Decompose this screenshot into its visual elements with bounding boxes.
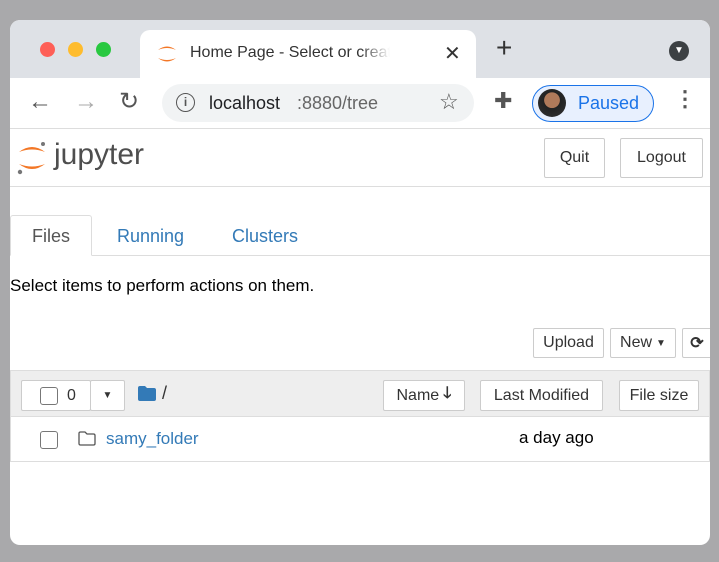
bookmark-star-icon[interactable]: ☆ [439,89,459,115]
url-path: :8880/tree [297,93,379,113]
item-checkbox[interactable] [40,431,58,449]
jupyter-logo-icon [17,142,45,175]
tabs-divider [10,255,710,256]
refresh-icon: ⟳ [690,335,704,352]
select-dropdown-button[interactable]: ▼ [90,380,125,411]
sort-file-size-button[interactable]: File size [619,380,699,411]
tab-bar: Home Page - Select or create a notebook … [10,20,710,78]
profile-status: Paused [578,93,640,113]
breadcrumb-root[interactable]: / [162,383,167,404]
selected-count: 0 [67,386,76,404]
list-item: samy_folder a day ago [11,417,709,461]
tab-title: Home Page - Select or create a notebook [190,44,390,61]
name-label: Name [396,386,440,404]
close-tab-icon[interactable]: ✕ [444,41,461,66]
selection-hint: Select items to perform actions on them. [10,276,315,295]
avatar [538,89,566,117]
browser-window: Home Page - Select or create a notebook … [10,20,710,545]
file-list: 0 ▼ / Name 🡓 Last Modified File size samy… [10,370,710,462]
sort-last-modified-button[interactable]: Last Modified [480,380,603,411]
item-modified: a day ago [519,428,594,447]
jupyter-header: jupyter Quit Logout [10,130,710,187]
forward-icon[interactable]: → [74,88,98,116]
browser-tab-active[interactable]: Home Page - Select or create a notebook … [140,30,476,78]
tab-files[interactable]: Files [10,215,92,256]
back-icon[interactable]: ← [28,88,52,116]
tab-clusters[interactable]: Clusters [232,226,298,247]
quit-button[interactable]: Quit [544,138,605,178]
list-header: 0 ▼ / Name 🡓 Last Modified File size [11,371,709,417]
logout-button[interactable]: Logout [620,138,703,178]
folder-outline-icon [78,431,96,446]
refresh-button[interactable]: ⟳ [682,328,710,358]
info-icon[interactable]: i [176,93,195,112]
extensions-puzzle-icon[interactable]: ✚ [494,88,512,114]
select-all-checkbox[interactable]: 0 [21,380,91,411]
sort-name-button[interactable]: Name 🡓 [383,380,465,411]
item-name-link[interactable]: samy_folder [106,429,199,449]
menu-kebab-icon[interactable]: ⋮ [674,86,696,112]
new-dropdown-button[interactable]: New ▼ [610,328,676,358]
jupyter-favicon-icon [158,46,176,62]
zoom-window-button[interactable] [96,42,111,57]
reload-icon[interactable]: ↻ [119,87,139,116]
profile-button[interactable]: Paused [532,85,654,122]
tab-search-icon[interactable]: ▼ [669,41,689,61]
upload-button[interactable]: Upload [533,328,604,358]
browser-toolbar: ← → ↻ i localhost :8880/tree ☆ ✚ Paused … [10,78,710,129]
url-host: localhost [209,93,281,113]
tab-running[interactable]: Running [117,226,184,247]
caret-down-icon: ▼ [102,390,113,401]
new-tab-icon[interactable]: + [496,32,512,64]
close-window-button[interactable] [40,42,55,57]
jupyter-logo-text: jupyter [54,138,145,171]
minimize-window-button[interactable] [68,42,83,57]
folder-icon [138,386,156,401]
arrow-down-icon: 🡓 [443,385,452,402]
caret-down-icon: ▼ [656,337,666,349]
address-bar[interactable]: i localhost :8880/tree ☆ [162,84,474,122]
checkbox [40,386,58,405]
new-label: New [620,334,653,351]
